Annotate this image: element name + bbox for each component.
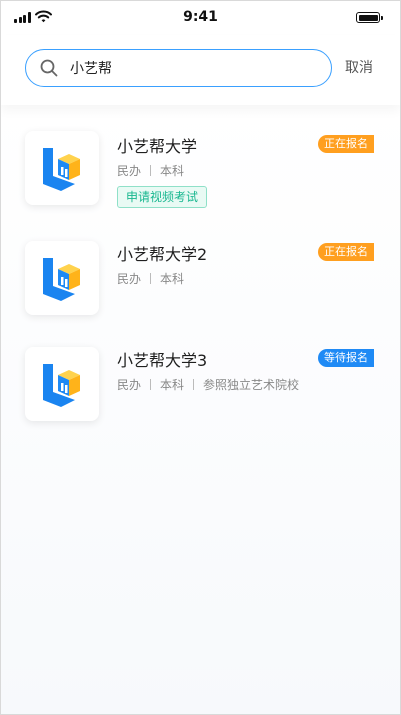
school-meta: 民办 本科 — [117, 272, 185, 286]
school-name: 小艺帮大学3 — [117, 351, 208, 370]
cancel-button[interactable]: 取消 — [345, 57, 373, 77]
list-item[interactable]: 小艺帮大学 民办 本科 正在报名 申请视频考试 — [1, 129, 400, 229]
school-name: 小艺帮大学 — [117, 137, 198, 156]
status-time: 9:41 — [183, 9, 218, 25]
search-box[interactable] — [25, 49, 332, 87]
results-list: 小艺帮大学 民办 本科 正在报名 申请视频考试 小艺帮大学2 民办 本科 正在报… — [1, 105, 400, 714]
search-input[interactable] — [70, 56, 320, 80]
school-meta: 民办 本科 — [117, 164, 185, 178]
search-header: 取消 — [1, 35, 400, 105]
app-screen: 9:41 取消 — [0, 0, 401, 715]
school-logo — [25, 241, 99, 315]
apply-video-exam-button[interactable]: 申请视频考试 — [117, 186, 208, 208]
school-logo — [25, 131, 99, 205]
list-item[interactable]: 小艺帮大学3 民办 本科 参照独立艺术院校 等待报名 — [1, 343, 400, 443]
status-badge: 等待报名 — [318, 349, 374, 367]
school-logo — [25, 347, 99, 421]
school-meta: 民办 本科 参照独立艺术院校 — [117, 378, 300, 392]
school-logo-icon — [43, 148, 80, 191]
status-bar: 9:41 — [1, 1, 400, 35]
status-badge: 正在报名 — [318, 135, 374, 153]
status-badge: 正在报名 — [318, 243, 374, 261]
battery-icon — [356, 12, 383, 23]
list-item[interactable]: 小艺帮大学2 民办 本科 正在报名 — [1, 237, 400, 337]
school-logo-icon — [43, 364, 80, 407]
school-name: 小艺帮大学2 — [117, 245, 208, 264]
search-icon — [40, 59, 58, 77]
school-logo-icon — [43, 258, 80, 301]
